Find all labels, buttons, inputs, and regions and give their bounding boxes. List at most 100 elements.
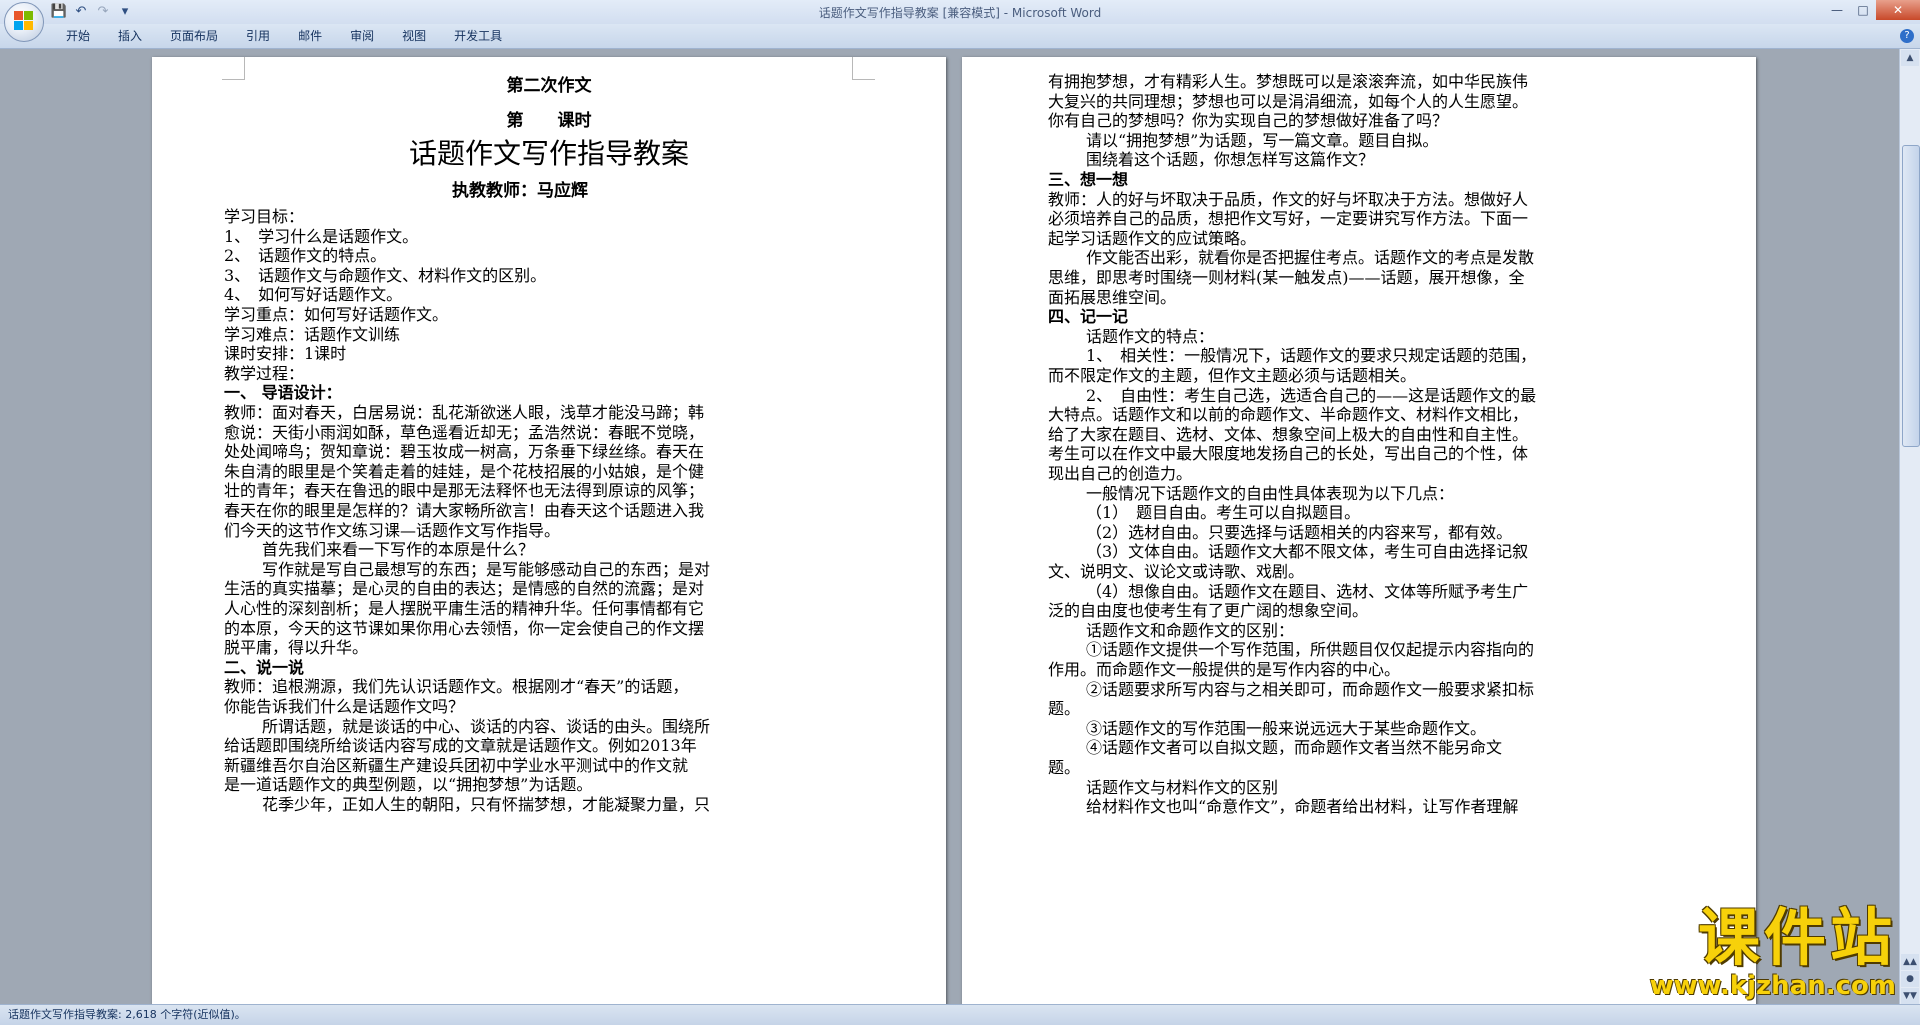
watermark-url: www.kjzhan.com: [1649, 971, 1896, 1001]
paragraph-line: 花季少年，正如人生的朝阳，只有怀揣梦想，才能凝聚力量，只: [262, 794, 710, 816]
line-text: ①话题作文提供一个写作范围，所供题目仅仅起提示内容指向的: [1086, 640, 1535, 660]
line-text: 而不限定作文的主题，但作文主题必须与话题相关。: [1048, 366, 1417, 385]
line-text: 二、说一说: [224, 657, 305, 677]
line-text: 三、想一想: [1048, 170, 1129, 189]
line-text: （1） 题目自由。考生可以自拟题目。: [1086, 503, 1361, 523]
line-text: 大特点。话题作文和以前的命题作文、半命题作文、材料作文相比，: [1048, 405, 1529, 425]
paragraph-line: ②话题要求所写内容与之相关即可，而命题作文一般要求紧扣标: [1086, 679, 1534, 701]
paragraph-line: 围绕着这个话题，你想怎样写这篇作文？: [1086, 149, 1374, 171]
tab-4[interactable]: 邮件: [284, 24, 336, 48]
line-text: ②话题要求所写内容与之相关即可，而命题作文一般要求紧扣标: [1086, 679, 1535, 699]
line-text: 一、 导语设计：: [224, 383, 342, 403]
line-text: 壮的青年；春天在鲁迅的眼中是那无法释怀也无法得到原谅的风筝；: [224, 481, 705, 501]
line-text: 们今天的这节作文练习课—话题作文写作指导。: [224, 520, 561, 540]
line-text: 花季少年，正如人生的朝阳，只有怀揣梦想，才能凝聚力量，只: [262, 795, 711, 814]
vertical-scrollbar[interactable]: ▲ ▲▲ ● ▼▼: [1899, 49, 1920, 1005]
line-text: 作文能否出彩，就看你是否把握住考点。话题作文的考点是发散: [1086, 248, 1535, 268]
line-text: ④话题作文者可以自拟文题，而命题作文者当然不能另命文: [1086, 738, 1503, 758]
line-text: 3、 话题作文与命题作文、材料作文的区别。: [224, 265, 547, 285]
line-text: 人心性的深刻剖析；是人摆脱平庸生活的精神升华。任何事情都有它: [224, 599, 705, 618]
line-text: 1、 学习什么是话题作文。: [224, 226, 419, 246]
tab-1[interactable]: 插入: [104, 24, 156, 48]
line-text: （3）文体自由。话题作文大都不限文体，考生可自由选择记叙: [1086, 542, 1529, 562]
line-text: 有拥抱梦想，才有精彩人生。梦想既可以是滚滚奔流，如中华民族伟: [1048, 72, 1529, 91]
tab-2[interactable]: 页面布局: [156, 24, 232, 48]
prev-page-icon[interactable]: ▲▲: [1901, 954, 1919, 970]
paragraph-line: 第二次作文: [152, 75, 946, 98]
line-text: 你能告诉我们什么是话题作文吗？: [224, 697, 465, 716]
line-text: 给了大家在题目、选材、文体、想象空间上极大的自由性和自主性。: [1048, 424, 1529, 444]
maximize-icon[interactable]: □: [1850, 0, 1876, 20]
line-text: 教师：面对春天，白居易说：乱花渐欲迷人眼，浅草才能没马蹄；韩: [224, 403, 705, 422]
line-text: 执教教师：马应辉: [452, 181, 588, 201]
office-button[interactable]: [4, 2, 44, 42]
line-text: 四、记一记: [1048, 307, 1129, 327]
tab-7[interactable]: 开发工具: [440, 24, 516, 48]
ribbon-tabs: 开始 插入 页面布局 引用 邮件 审阅 视图 开发工具: [52, 24, 516, 48]
tab-3[interactable]: 引用: [232, 24, 284, 48]
paragraph-line: 第 课时: [152, 110, 946, 133]
line-text: 第 课时: [506, 111, 592, 131]
paragraph-line: 话题作文写作指导教案: [152, 137, 946, 171]
line-text: 思维，即思考时围绕一则材料(某一触发点)——话题，展开想像，全: [1048, 268, 1525, 287]
window-title: 话题作文写作指导教案 [兼容模式] - Microsoft Word: [818, 6, 1102, 20]
document-page-right[interactable]: 有拥抱梦想，才有精彩人生。梦想既可以是滚滚奔流，如中华民族伟 大复兴的共同理想；梦…: [962, 57, 1756, 1005]
office-logo-icon: [14, 11, 34, 31]
minimize-icon[interactable]: —: [1824, 0, 1850, 20]
document-area[interactable]: 第二次作文第 课时 话题作文写作指导教案 执教教师：马应辉 学习目标： 1、 学习什么是…: [0, 49, 1900, 1005]
line-text: 生活的真实描摹；是心灵的自由的表达；是情感的自然的流露；是对: [224, 579, 705, 599]
tab-6[interactable]: 视图: [388, 24, 440, 48]
scroll-thumb[interactable]: [1902, 145, 1920, 447]
line-text: 教学过程：: [224, 363, 305, 383]
watermark-logo: 课件站 www.kjzhan.com: [1649, 901, 1896, 1002]
paragraph-line: ④话题作文者可以自拟文题，而命题作文者当然不能另命文: [1086, 737, 1502, 759]
select-browse-object-icon[interactable]: ●: [1901, 971, 1919, 987]
line-text: 围绕着这个话题，你想怎样写这篇作文？: [1086, 150, 1375, 170]
help-icon[interactable]: ?: [1900, 29, 1914, 43]
ribbon: 开始 插入 页面布局 引用 邮件 审阅 视图 开发工具 ?: [0, 24, 1920, 49]
line-text: ③话题作文的写作范围一般来说远远大于某些命题作文。: [1086, 718, 1487, 738]
line-text: 2、 话题作文的特点。: [224, 246, 387, 266]
next-page-icon[interactable]: ▼▼: [1901, 988, 1919, 1004]
watermark-main: 课件站: [1697, 901, 1896, 974]
line-text: 起学习话题作文的应试策略。: [1048, 228, 1257, 248]
line-text: 写作就是写自己最想写的东西；是写能够感动自己的东西；是对: [262, 559, 711, 579]
line-text: 教师：追根溯源，我们先认识话题作文。根据刚才“春天”的话题，: [224, 677, 689, 697]
line-text: 学习重点：如何写好话题作文。: [224, 305, 449, 324]
status-word-count[interactable]: 话题作文写作指导教案: 2,618 个字符(近似值)。: [8, 1005, 246, 1025]
line-text: 话题作文和命题作文的区别：: [1086, 620, 1295, 640]
line-text: 话题作文写作指导教案: [408, 137, 689, 170]
scroll-up-icon[interactable]: ▲: [1901, 50, 1919, 66]
status-bar: 话题作文写作指导教案: 2,618 个字符(近似值)。: [0, 1004, 1920, 1025]
line-text: 题。: [1048, 758, 1081, 777]
line-text: 朱自清的眼里是个笑着走着的娃娃，是个花枝招展的小姑娘，是个健: [224, 461, 705, 481]
line-text: 愈说：天街小雨润如酥，草色遥看近却无；孟浩然说：春眠不觉晓，: [224, 422, 705, 442]
line-text: （4）想像自由。话题作文在题目、选材、文体等所赋予考生广: [1086, 581, 1529, 601]
document-page-left[interactable]: 第二次作文第 课时 话题作文写作指导教案 执教教师：马应辉 学习目标： 1、 学习什么是…: [152, 57, 946, 1005]
title-bar: 💾 ↶ ↷ ▾ 话题作文写作指导教案 [兼容模式] - Microsoft Wo…: [0, 0, 1920, 24]
tab-5[interactable]: 审阅: [336, 24, 388, 48]
window-controls: — □ ✕: [1824, 0, 1920, 20]
line-text: 春天在你的眼里是怎样的？请大家畅所欲言！由春天这个话题进入我: [224, 501, 705, 520]
line-text: 话题作文的特点：: [1086, 326, 1215, 346]
line-text: 首先我们来看一下写作的本原是什么？: [262, 540, 535, 560]
line-text: 现出自己的创造力。: [1048, 464, 1193, 483]
line-text: 脱平庸，得以升华。: [224, 638, 369, 658]
line-text: 文、说明文、议论文或诗歌、戏剧。: [1048, 562, 1305, 581]
close-icon[interactable]: ✕: [1876, 0, 1920, 20]
line-text: 1、 相关性：一般情况下，话题作文的要求只规定话题的范围，: [1086, 346, 1537, 366]
line-text: 请以“拥抱梦想”为话题，写一篇文章。题目自拟。: [1086, 130, 1439, 150]
line-text: 一般情况下话题作文的自由性具体表现为以下几点：: [1086, 483, 1455, 503]
line-text: 题。: [1048, 699, 1081, 719]
line-text: 新疆维吾尔自治区新疆生产建设兵团初中学业水平测试中的作文就: [224, 755, 689, 775]
line-text: 所谓话题，就是谈话的中心、谈话的内容、谈话的由头。围绕所: [262, 716, 711, 736]
tab-0[interactable]: 开始: [52, 24, 104, 48]
line-text: （2）选材自由。只要选择与话题相关的内容来写，都有效。: [1086, 522, 1513, 542]
paragraph-line: 题。: [1048, 698, 1080, 720]
line-text: 学习难点：话题作文训练: [224, 324, 401, 344]
line-text: 处处闻啼鸟；贺知章说：碧玉妆成一树高，万条垂下绿丝绦。春天在: [224, 442, 705, 462]
line-text: 泛的自由度也使考生有了更广阔的想象空间。: [1048, 601, 1369, 621]
paragraph-line: 题。: [1048, 757, 1080, 779]
paragraph-line: 执教教师：马应辉: [452, 180, 588, 203]
line-text: 的本原，今天的这节课如果你用心去领悟，你一定会使自己的作文摆: [224, 618, 705, 638]
